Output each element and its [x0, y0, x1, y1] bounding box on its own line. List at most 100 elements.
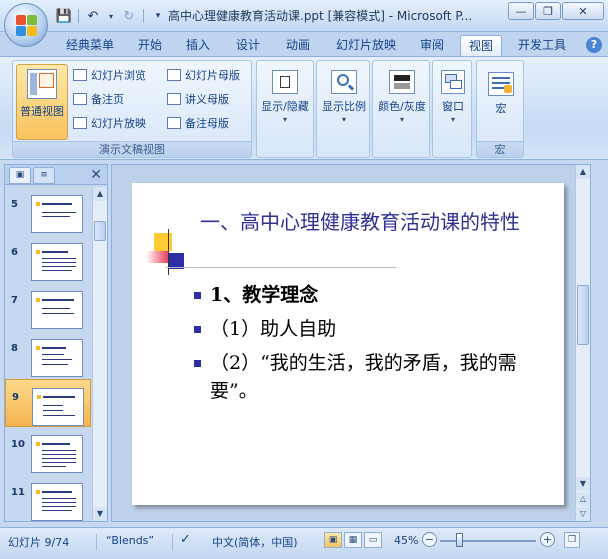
slide-master-button[interactable]: 幻灯片母版 — [167, 65, 240, 85]
restore-button[interactable]: ❐ — [535, 2, 561, 20]
normal-view-button[interactable]: 普通视图 — [16, 64, 68, 140]
ribbon-tabs: 经典菜单 开始 插入 设计 动画 幻灯片放映 审阅 视图 开发工具 ? — [0, 32, 608, 56]
zoom-icon — [331, 70, 357, 94]
slide-decoration — [146, 229, 396, 283]
thumbnail-number: 5 — [11, 199, 18, 210]
save-icon[interactable]: 💾 — [54, 7, 74, 25]
macros-button-label: 宏 — [495, 102, 507, 115]
zoom-level[interactable]: 45% — [394, 534, 418, 547]
slide-title[interactable]: 一、高中心理健康教育活动课的特性 — [200, 203, 556, 241]
close-button[interactable]: ✕ — [562, 2, 604, 20]
slide-master-icon — [167, 69, 181, 81]
thumbnail-image — [31, 291, 83, 329]
thumbnail-list: 5 6 7 8 9 10 11 — [5, 187, 91, 521]
window-dropdown-icon: ▾ — [450, 115, 455, 124]
group-presentation-views: 普通视图 幻灯片浏览 备注页 幻灯片放映 幻灯片母版 讲义母版 备注母版 演示文… — [12, 60, 252, 158]
normal-view-label: 普通视图 — [20, 105, 64, 118]
normal-view-status-icon[interactable]: ▣ — [324, 532, 342, 548]
thumbnail-scrollbar[interactable]: ▲ ▼ — [92, 187, 107, 521]
slide-show-status-icon[interactable]: ▭ — [364, 532, 382, 548]
help-icon[interactable]: ? — [586, 37, 602, 53]
slide-sorter-button[interactable]: 幻灯片浏览 — [73, 65, 146, 85]
zoom-label: 显示比例 — [322, 100, 366, 113]
zoom-button[interactable]: 显示比例 ▾ — [318, 64, 370, 140]
slide-counter: 幻灯片 9/74 — [8, 536, 70, 549]
zoom-out-icon[interactable]: − — [422, 532, 437, 547]
slide-bullet: 1、教学理念 — [194, 281, 544, 309]
slide-sorter-icon — [73, 69, 87, 81]
undo-icon[interactable]: ↶ — [83, 7, 103, 25]
slide-bullet: （2）“我的生活，我的矛盾，我的需要”。 — [194, 349, 544, 405]
show-hide-label: 显示/隐藏 — [261, 100, 309, 113]
previous-slide-icon[interactable]: △ — [576, 492, 590, 506]
next-slide-icon[interactable]: ▽ — [576, 507, 590, 521]
notes-master-label: 备注母版 — [185, 117, 229, 130]
notes-master-button[interactable]: 备注母版 — [167, 113, 229, 133]
redo-icon[interactable]: ↻ — [119, 7, 139, 25]
show-hide-icon — [272, 70, 298, 94]
title-bar: 💾 ↶ ▾ ↻ ▾ 高中心理健康教育活动课.ppt [兼容模式] - Micro… — [0, 0, 608, 32]
slide-sorter-status-icon[interactable]: ▦ — [344, 532, 362, 548]
slide-canvas[interactable]: 一、高中心理健康教育活动课的特性 1、教学理念 （1）助人自助 （2）“我的生活… — [132, 183, 564, 505]
scroll-down-icon[interactable]: ▼ — [93, 507, 107, 521]
window-controls: — ❐ ✕ — [508, 2, 604, 20]
scroll-down-icon[interactable]: ▼ — [576, 477, 590, 491]
spell-check-icon[interactable]: ✓ — [180, 532, 191, 547]
thumbnail-image — [31, 435, 83, 473]
tab-classic-menu[interactable]: 经典菜单 — [58, 35, 122, 56]
undo-dropdown-icon[interactable]: ▾ — [107, 7, 115, 25]
language-indicator[interactable]: 中文(简体，中国) — [212, 534, 298, 550]
color-grayscale-dropdown-icon: ▾ — [399, 115, 404, 124]
tab-animations[interactable]: 动画 — [278, 35, 318, 56]
slide-sorter-label: 幻灯片浏览 — [91, 69, 146, 82]
handout-master-button[interactable]: 讲义母版 — [167, 89, 229, 109]
slide-editing-area: 一、高中心理健康教育活动课的特性 1、教学理念 （1）助人自助 （2）“我的生活… — [111, 164, 591, 522]
show-hide-button[interactable]: 显示/隐藏 ▾ — [259, 64, 311, 140]
fit-slide-icon[interactable]: ❒ — [564, 532, 580, 548]
outline-tab-icon[interactable]: ≡ — [33, 167, 55, 184]
color-grayscale-icon — [389, 70, 415, 94]
tab-slide-show[interactable]: 幻灯片放映 — [328, 35, 404, 56]
zoom-slider-handle[interactable] — [456, 533, 463, 547]
thumbnail-item[interactable]: 8 — [5, 331, 91, 379]
zoom-slider-track[interactable] — [440, 540, 536, 542]
office-logo-icon — [16, 15, 38, 37]
notes-page-label: 备注页 — [91, 93, 124, 106]
office-button[interactable] — [4, 3, 48, 47]
scroll-thumb[interactable] — [94, 221, 106, 241]
tab-home[interactable]: 开始 — [130, 35, 170, 56]
notes-page-button[interactable]: 备注页 — [73, 89, 124, 109]
thumbnail-image — [31, 483, 83, 521]
group-show-hide: 显示/隐藏 ▾ — [256, 60, 314, 158]
tab-insert[interactable]: 插入 — [178, 35, 218, 56]
scroll-up-icon[interactable]: ▲ — [576, 165, 590, 179]
zoom-in-icon[interactable]: + — [540, 532, 555, 547]
customize-qat-dropdown-icon[interactable]: ▾ — [148, 7, 168, 25]
color-grayscale-button[interactable]: 颜色/灰度 ▾ — [375, 64, 429, 140]
minimize-button[interactable]: — — [508, 2, 534, 20]
slides-tab-icon[interactable]: ▣ — [9, 167, 31, 184]
slide-bullet-list[interactable]: 1、教学理念 （1）助人自助 （2）“我的生活，我的矛盾，我的需要”。 — [194, 281, 544, 411]
thumbnail-item[interactable]: 5 — [5, 187, 91, 235]
slide-show-button[interactable]: 幻灯片放映 — [73, 113, 146, 133]
tab-view[interactable]: 视图 — [460, 35, 503, 56]
tab-developer[interactable]: 开发工具 — [510, 35, 574, 56]
qat-separator — [143, 9, 144, 23]
thumbnail-item[interactable]: 6 — [5, 235, 91, 283]
thumbnail-item-selected[interactable]: 9 — [5, 379, 91, 427]
tab-review[interactable]: 审阅 — [412, 35, 452, 56]
slide-scrollbar[interactable]: ▲ ▼ △ ▽ — [575, 165, 590, 521]
scroll-thumb[interactable] — [577, 285, 589, 345]
normal-view-icon — [27, 69, 57, 99]
thumbnail-item[interactable]: 7 — [5, 283, 91, 331]
thumbnail-item[interactable]: 11 — [5, 475, 91, 521]
status-separator — [172, 534, 173, 550]
thumbnail-item[interactable]: 10 — [5, 427, 91, 475]
macros-button[interactable]: 宏 — [479, 64, 523, 126]
close-pane-icon[interactable]: ✕ — [90, 167, 102, 183]
tab-design[interactable]: 设计 — [228, 35, 268, 56]
window-label: 窗口 — [442, 100, 464, 113]
group-macros: 宏 宏 — [476, 60, 524, 158]
window-button[interactable]: 窗口 ▾ — [434, 64, 472, 140]
scroll-up-icon[interactable]: ▲ — [93, 187, 107, 201]
